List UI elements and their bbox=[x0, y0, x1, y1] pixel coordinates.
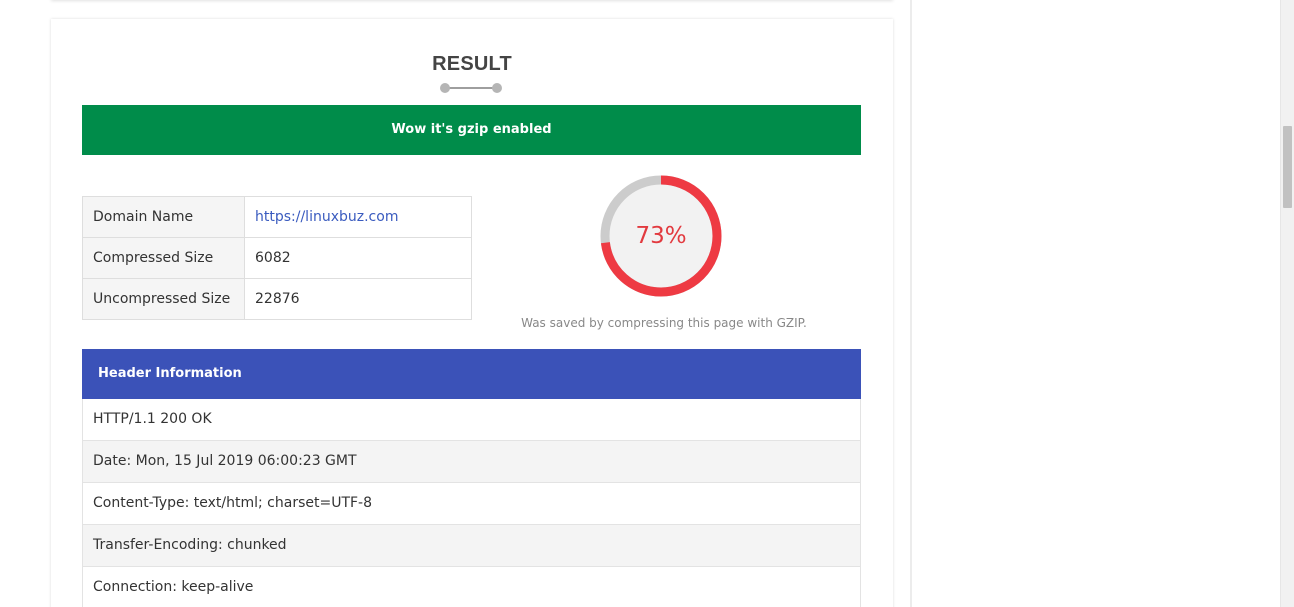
result-title: RESULT bbox=[432, 53, 512, 75]
compressed-size-label: Compressed Size bbox=[82, 237, 245, 279]
domain-name-value: https://linuxbuz.com bbox=[244, 196, 472, 238]
header-information-title: Header Information bbox=[82, 349, 861, 399]
divider-dot-left bbox=[440, 83, 450, 93]
gauge-percent: 73% bbox=[635, 223, 687, 249]
header-row: Content-Type: text/html; charset=UTF-8 bbox=[82, 483, 861, 525]
divider-line bbox=[445, 87, 497, 89]
page-scrollbar[interactable] bbox=[1280, 0, 1294, 607]
table-row: Uncompressed Size 22876 bbox=[82, 278, 472, 320]
savings-caption: Was saved by compressing this page with … bbox=[521, 316, 807, 330]
savings-gauge: 73% bbox=[599, 174, 723, 298]
header-information-panel: Header Information HTTP/1.1 200 OK Date:… bbox=[82, 349, 861, 607]
uncompressed-size-value: 22876 bbox=[244, 278, 472, 320]
result-card: RESULT Wow it's gzip enabled Domain Name… bbox=[51, 19, 893, 607]
compression-info-table: Domain Name https://linuxbuz.com Compres… bbox=[82, 196, 472, 320]
domain-name-label: Domain Name bbox=[82, 196, 245, 238]
gzip-status-banner: Wow it's gzip enabled bbox=[82, 105, 861, 155]
table-row: Compressed Size 6082 bbox=[82, 237, 472, 279]
compressed-size-value: 6082 bbox=[244, 237, 472, 279]
title-divider bbox=[440, 83, 502, 93]
domain-link[interactable]: https://linuxbuz.com bbox=[255, 209, 398, 225]
table-row: Domain Name https://linuxbuz.com bbox=[82, 196, 472, 238]
divider-dot-right bbox=[492, 83, 502, 93]
sidebar-edge bbox=[910, 0, 912, 607]
header-row: Date: Mon, 15 Jul 2019 06:00:23 GMT bbox=[82, 441, 861, 483]
header-row: Connection: keep-alive bbox=[82, 567, 861, 607]
uncompressed-size-label: Uncompressed Size bbox=[82, 278, 245, 320]
header-row: HTTP/1.1 200 OK bbox=[82, 399, 861, 441]
scrollbar-thumb[interactable] bbox=[1283, 126, 1292, 208]
header-row: Transfer-Encoding: chunked bbox=[82, 525, 861, 567]
